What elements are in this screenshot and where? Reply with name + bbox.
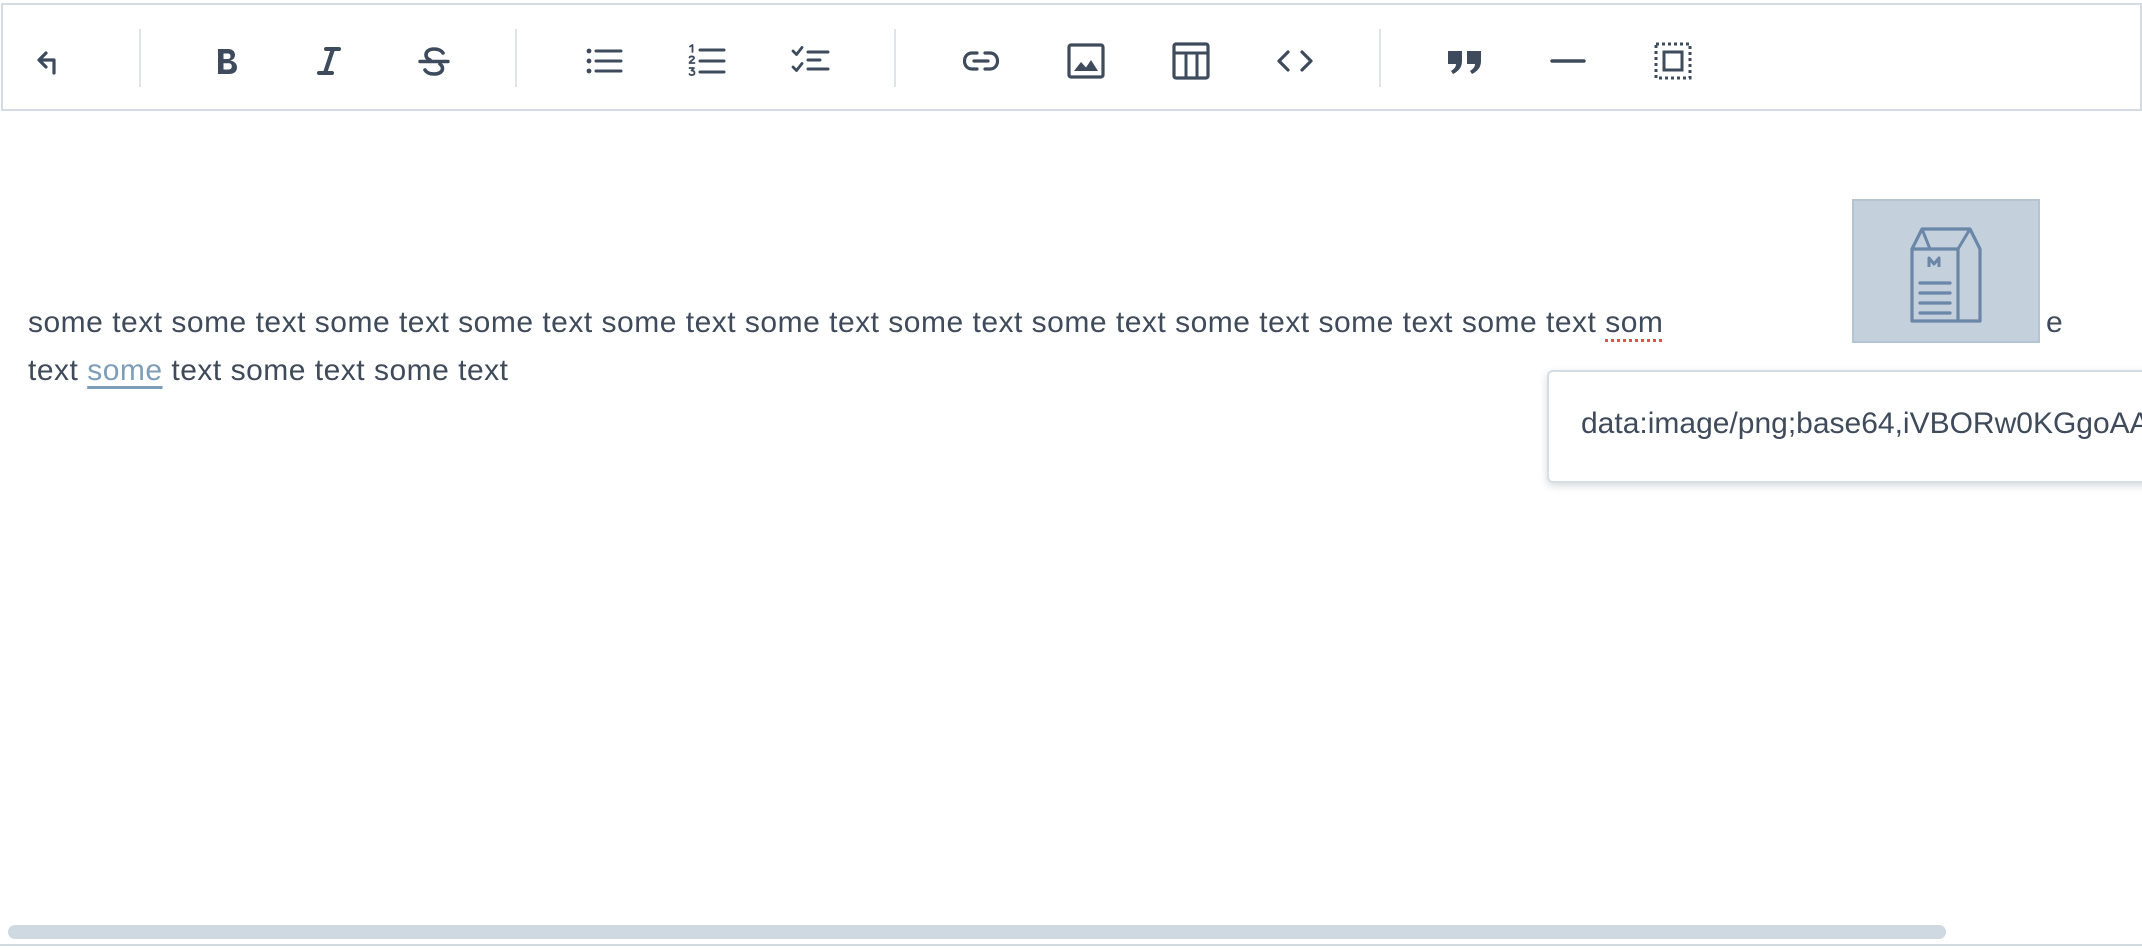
- image-icon: [1067, 43, 1105, 79]
- strikethrough-button[interactable]: [404, 31, 464, 91]
- ordered-list-button[interactable]: [677, 31, 737, 91]
- milk-carton-icon: [1910, 227, 1982, 323]
- misspelled-word[interactable]: som: [1605, 306, 1663, 339]
- task-list-icon: [791, 46, 830, 72]
- task-list-button[interactable]: [781, 31, 841, 91]
- horizontal-rule-button[interactable]: [1538, 31, 1598, 91]
- inline-link[interactable]: some: [87, 354, 162, 387]
- toolbar-separator: [139, 29, 141, 87]
- scrollbar-thumb[interactable]: [8, 925, 1946, 939]
- undo-button[interactable]: [24, 31, 84, 91]
- image-url-popover: [1547, 370, 2142, 483]
- toolbar-separator: [515, 29, 517, 87]
- paragraph-line-2: text some text some text some text: [28, 347, 509, 395]
- toolbar-separator: [894, 29, 896, 87]
- paragraph-continuation: e: [2046, 299, 2063, 347]
- link-button[interactable]: [951, 31, 1011, 91]
- select-block-icon: [1654, 42, 1692, 80]
- bullet-list-icon: [586, 48, 623, 74]
- bold-icon: [218, 49, 237, 74]
- quote-icon: [1448, 51, 1481, 74]
- paragraph-text: e: [2046, 306, 2064, 339]
- ordered-list-icon: [688, 44, 726, 76]
- editor-bottom-border: [0, 944, 2142, 946]
- horizontal-rule-icon: [1550, 59, 1586, 63]
- paragraph-line-1: some text some text some text some text …: [28, 299, 1663, 347]
- code-button[interactable]: [1265, 31, 1325, 91]
- blockquote-button[interactable]: [1435, 31, 1495, 91]
- editor-window: some text some text some text some text …: [0, 0, 2142, 950]
- select-block-button[interactable]: [1643, 31, 1703, 91]
- paragraph-text: text: [28, 354, 88, 387]
- toolbar-separator: [1379, 29, 1381, 87]
- bullet-list-button[interactable]: [574, 31, 634, 91]
- table-button[interactable]: [1161, 31, 1221, 91]
- code-icon: [1277, 50, 1313, 72]
- image-button[interactable]: [1056, 31, 1116, 91]
- link-icon: [962, 51, 1000, 71]
- table-icon: [1172, 42, 1210, 80]
- strikethrough-icon: [418, 47, 450, 76]
- undo-icon: [37, 51, 56, 75]
- image-url-input[interactable]: [1581, 407, 2142, 441]
- paragraph-text: text some text some text: [162, 354, 509, 387]
- italic-icon: [317, 46, 341, 76]
- bold-button[interactable]: [196, 31, 256, 91]
- inline-image[interactable]: [1852, 199, 2040, 343]
- italic-button[interactable]: [299, 31, 359, 91]
- editor-toolbar: [1, 3, 2142, 111]
- paragraph-text: some text some text some text some text …: [28, 306, 1606, 339]
